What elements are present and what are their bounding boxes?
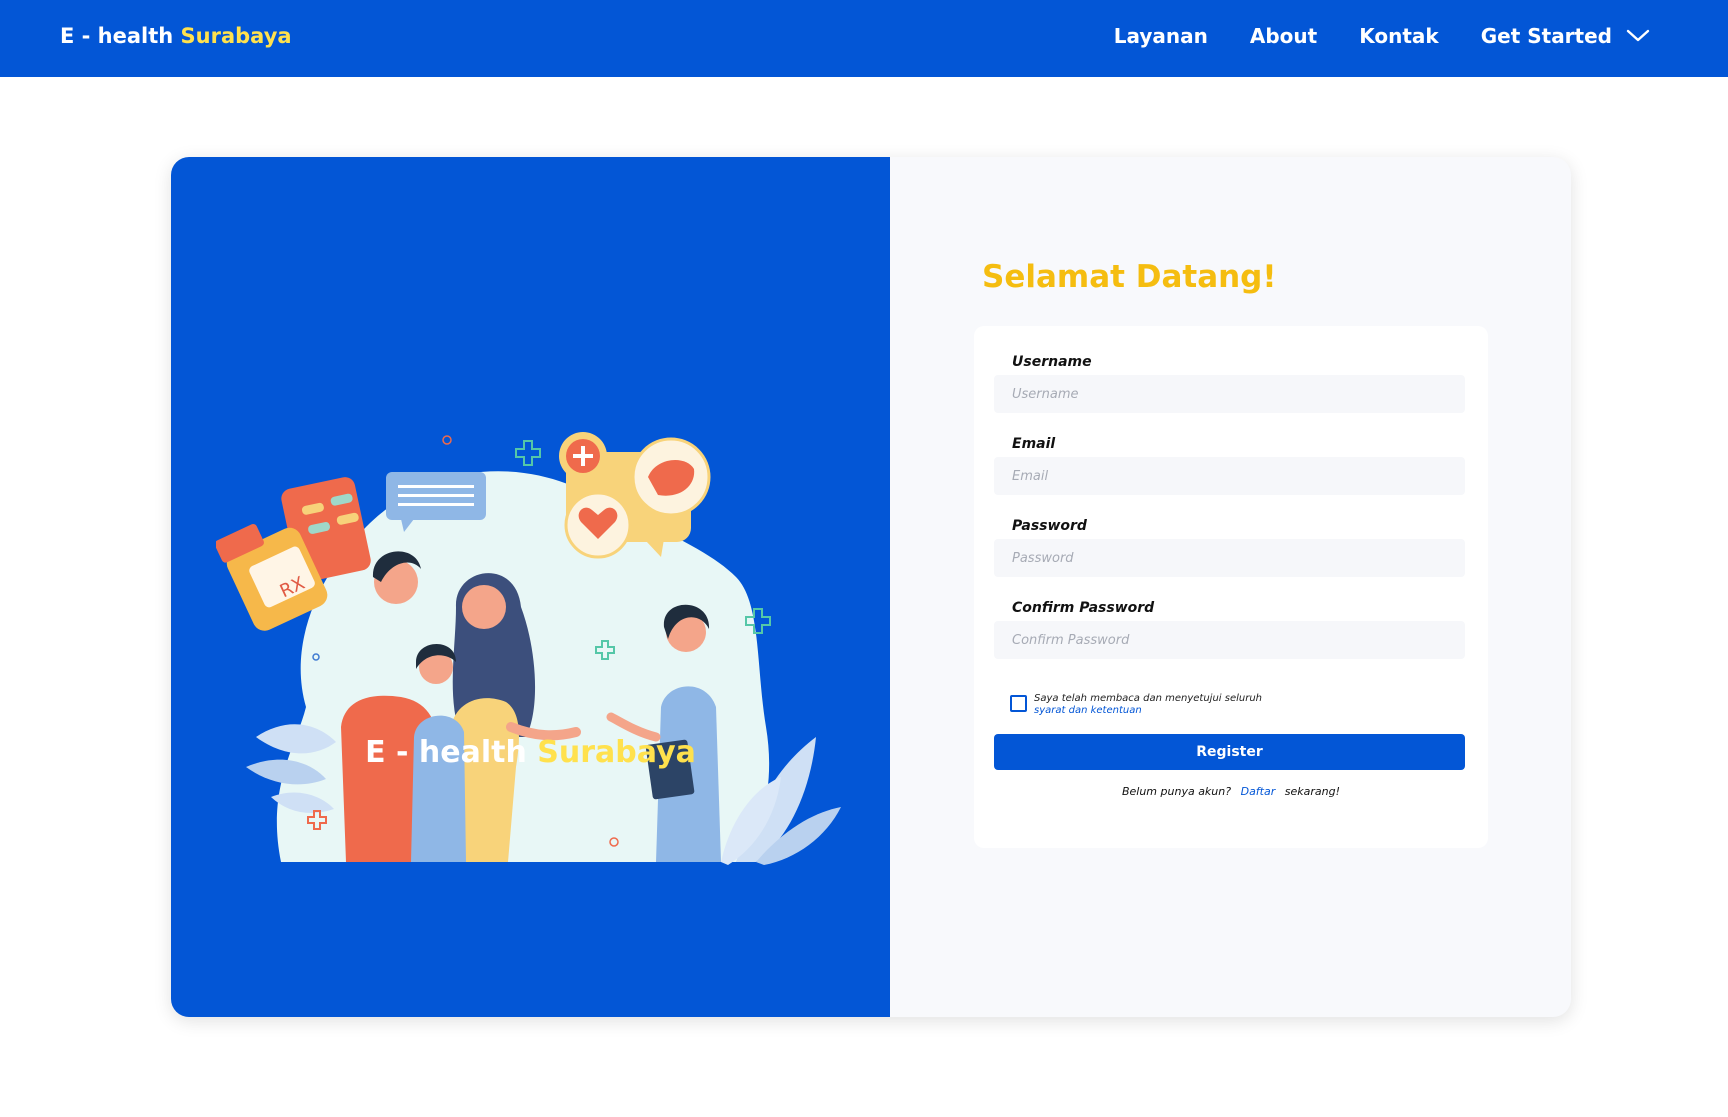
brand-logo[interactable]: E - health Surabaya [60,24,292,48]
terms-text: Saya telah membaca dan menyetujui seluru… [1034,693,1262,717]
username-label: Username [1012,354,1092,370]
panel-brand: E - health Surabaya [171,735,890,770]
confirm-password-input[interactable] [994,621,1465,659]
family-healthcare-illustration: RX [216,432,841,865]
terms-checkbox[interactable] [1010,695,1027,712]
brand-main: E - health [60,24,174,48]
panel-brand-main: E - health [365,735,527,770]
terms-statement: Saya telah membaca dan menyetujui seluru… [1034,693,1263,704]
signup-link[interactable]: Daftar [1241,785,1276,798]
signup-suffix: sekarang! [1284,785,1341,798]
email-input[interactable] [994,457,1465,495]
password-label: Password [1012,518,1087,534]
brand-accent: Surabaya [180,24,292,48]
form-panel: Selamat Datang! Username Email Password … [890,157,1571,1017]
illustration-panel: RX E - health Surabaya [171,157,890,1017]
confirm-password-label: Confirm Password [1012,600,1155,616]
nav-kontak[interactable]: Kontak [1359,24,1438,48]
nav-about[interactable]: About [1250,24,1317,48]
auth-card: RX E - health Surabaya Selamat Datang! U… [171,157,1571,1017]
email-label: Email [1012,436,1056,452]
register-button[interactable]: Register [994,734,1465,770]
signup-row: Belum punya akun? Daftar sekarang! [974,785,1488,798]
password-input[interactable] [994,539,1465,577]
chevron-down-icon [1626,29,1650,42]
nav-get-started[interactable]: Get Started [1481,24,1650,48]
username-input[interactable] [994,375,1465,413]
welcome-title: Selamat Datang! [982,259,1277,295]
terms-link[interactable]: syarat dan ketentuan [1034,705,1262,717]
nav-links: Layanan About Kontak Get Started [1114,24,1650,48]
panel-brand-accent: Surabaya [537,735,696,770]
nav-layanan[interactable]: Layanan [1114,24,1208,48]
register-form: Username Email Password Confirm Password… [974,326,1488,848]
get-started-label: Get Started [1480,24,1612,48]
terms-row: Saya telah membaca dan menyetujui seluru… [1010,693,1262,717]
navbar: E - health Surabaya Layanan About Kontak… [0,0,1728,77]
signup-prefix: Belum punya akun? [1121,785,1232,798]
